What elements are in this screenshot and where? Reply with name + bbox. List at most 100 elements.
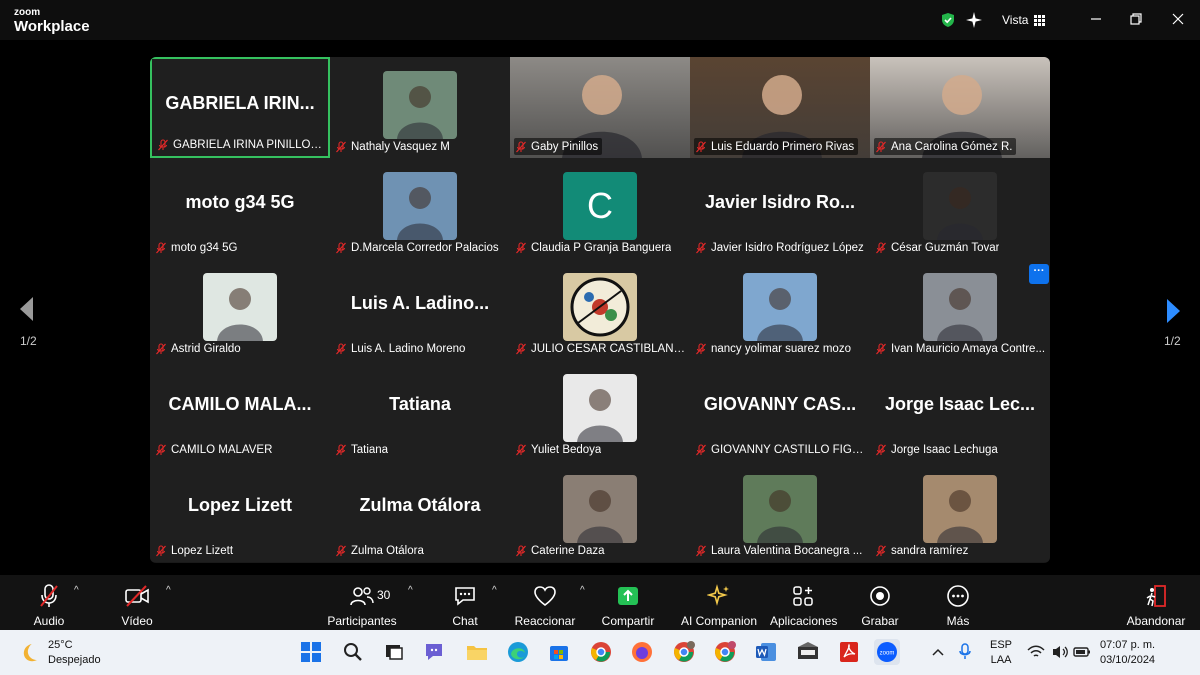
video-button[interactable]: Vídeo [116, 583, 158, 628]
participant-tile[interactable]: Luis Eduardo Primero Rivas [690, 57, 870, 158]
participant-name-label: Tatiana [334, 441, 392, 458]
muted-mic-icon [516, 443, 526, 455]
language-indicator[interactable]: ESP LAA [990, 638, 1012, 668]
app-icon[interactable] [795, 639, 821, 665]
participant-name-label: JULIO CÉSAR CASTIBLANCO [514, 340, 690, 357]
ai-sparkle-icon[interactable] [965, 11, 983, 29]
participant-tile[interactable]: Yuliet Bedoya [510, 360, 690, 461]
participant-tile[interactable]: CAMILO MALA... CAMILO MALAVER [150, 360, 330, 461]
leave-button[interactable]: Abandonar [1124, 583, 1188, 628]
participant-tile[interactable]: Javier Isidro Ro... Javier Isidro Rodrígu… [690, 158, 870, 259]
participant-tile[interactable]: Caterine Daza [510, 461, 690, 562]
file-explorer-icon[interactable] [464, 639, 490, 665]
tile-more-options-button[interactable]: ··· [1029, 264, 1049, 284]
chrome-profile-2-icon[interactable] [712, 639, 738, 665]
next-page-icon[interactable] [1166, 298, 1182, 324]
chat-options-caret-icon[interactable]: ^ [492, 585, 497, 596]
edge-browser-icon[interactable] [505, 639, 531, 665]
more-button[interactable]: Más [940, 583, 976, 628]
brand-small: zoom [14, 7, 41, 18]
participant-name: GIOVANNY CASTILLO FIGUE... [711, 443, 866, 456]
zoom-app-icon[interactable]: zoom [874, 639, 900, 665]
participant-tile[interactable]: Ivan Mauricio Amaya Contre... [870, 259, 1050, 360]
participant-tile[interactable]: Laura Valentina Bocanegra ... [690, 461, 870, 562]
participant-name: D.Marcela Corredor Palacios [351, 241, 499, 254]
participant-tile[interactable]: Luis A. Ladino... Luis A. Ladino Moreno [330, 259, 510, 360]
zoom-workplace-logo: zoom Workplace [14, 7, 90, 35]
record-button[interactable]: Grabar [860, 583, 900, 628]
share-button[interactable]: Compartir [598, 583, 658, 628]
participants-options-caret-icon[interactable]: ^ [408, 585, 413, 596]
participant-name: Laura Valentina Bocanegra ... [711, 544, 863, 557]
participant-tile[interactable]: Jorge Isaac Lec... Jorge Isaac Lechuga [870, 360, 1050, 461]
chrome-icon[interactable] [588, 639, 614, 665]
chat-button[interactable]: Chat [447, 583, 483, 628]
participant-tile[interactable]: JULIO CÉSAR CASTIBLANCO [510, 259, 690, 360]
chrome-profile-icon[interactable] [671, 639, 697, 665]
participant-tile[interactable]: GABRIELA IRIN... GABRIELA IRINA PINILLOS … [150, 57, 330, 158]
participant-tile[interactable]: Nathaly Vasquez M [330, 57, 510, 158]
show-hidden-icons-chevron-icon[interactable] [930, 639, 946, 665]
participant-name: nancy yolimar suarez mozo [711, 342, 851, 355]
person-photo-icon [563, 374, 637, 442]
participant-tile[interactable]: Gaby Pinillos [510, 57, 690, 158]
encryption-shield-icon[interactable] [940, 12, 956, 28]
search-icon[interactable] [340, 639, 366, 665]
muted-mic-icon [696, 544, 706, 556]
participant-tile[interactable]: Lopez Lizett Lopez Lizett [150, 461, 330, 562]
participant-name: Ana Carolina Gómez R. [891, 140, 1013, 153]
participant-tile[interactable]: C Claudia P Granja Banguera [510, 158, 690, 259]
firefox-icon[interactable] [629, 639, 655, 665]
teams-chat-icon[interactable] [422, 639, 448, 665]
participant-tile[interactable]: GIOVANNY CAS... GIOVANNY CASTILLO FIGUE..… [690, 360, 870, 461]
more-icon [947, 585, 969, 607]
participant-name-label: Gaby Pinillos [514, 138, 603, 155]
restore-icon[interactable] [1128, 11, 1144, 27]
volume-icon[interactable] [1050, 639, 1070, 665]
battery-icon[interactable] [1072, 639, 1092, 665]
windows-start-icon[interactable] [298, 639, 324, 665]
react-options-caret-icon[interactable]: ^ [580, 585, 585, 596]
participant-tile[interactable]: César Guzmán Tovar [870, 158, 1050, 259]
participant-name: Jorge Isaac Lechuga [891, 443, 998, 456]
system-clock[interactable]: 07:07 p. m. 03/10/2024 [1100, 638, 1155, 668]
participant-tile[interactable]: D.Marcela Corredor Palacios [330, 158, 510, 259]
participant-tile[interactable]: Zulma Otálora Zulma Otálora [330, 461, 510, 562]
ai-companion-button[interactable]: AI Companion [680, 583, 758, 628]
participant-tile[interactable]: Tatiana Tatiana [330, 360, 510, 461]
participant-tile[interactable]: moto g34 5G moto g34 5G [150, 158, 330, 259]
minimize-icon[interactable] [1088, 11, 1104, 27]
participant-name: Zulma Otálora [351, 544, 424, 557]
participants-count-badge: 30 [377, 588, 391, 602]
clock-date: 03/10/2024 [1100, 654, 1156, 666]
microphone-tray-icon[interactable] [956, 639, 974, 665]
participant-name-label: Yuliet Bedoya [514, 441, 605, 458]
wifi-icon[interactable] [1026, 639, 1046, 665]
apps-button[interactable]: Aplicaciones [770, 583, 837, 628]
microsoft-store-icon[interactable] [546, 639, 572, 665]
participant-name: Luis A. Ladino Moreno [351, 342, 466, 355]
participant-tile[interactable]: Ana Carolina Gómez R. [870, 57, 1050, 158]
participant-tile[interactable]: sandra ramírez [870, 461, 1050, 562]
participant-name: CAMILO MALAVER [171, 443, 273, 456]
audio-options-caret-icon[interactable]: ^ [74, 585, 79, 596]
react-button[interactable]: Reaccionar [514, 583, 576, 628]
acrobat-icon[interactable] [836, 639, 862, 665]
muted-mic-icon [876, 342, 886, 354]
word-icon[interactable] [753, 639, 779, 665]
weather-widget[interactable]: 25°C Despejado [18, 638, 101, 668]
video-options-caret-icon[interactable]: ^ [166, 585, 171, 596]
audio-button[interactable]: Audio [28, 583, 70, 628]
close-icon[interactable] [1170, 11, 1186, 27]
participant-tile[interactable]: Astrid Giraldo [150, 259, 330, 360]
view-button[interactable]: Vista [1002, 13, 1046, 27]
muted-mic-icon [696, 241, 706, 253]
participant-name-label: Luis Eduardo Primero Rivas [694, 138, 859, 155]
muted-mic-icon [336, 342, 346, 354]
participant-tile[interactable]: nancy yolimar suarez mozo [690, 259, 870, 360]
previous-page-icon[interactable] [18, 296, 34, 322]
participant-display-name: Tatiana [389, 394, 451, 414]
participant-name-label: Luis A. Ladino Moreno [334, 340, 469, 357]
share-label: Compartir [601, 614, 655, 628]
task-view-icon[interactable] [381, 639, 407, 665]
